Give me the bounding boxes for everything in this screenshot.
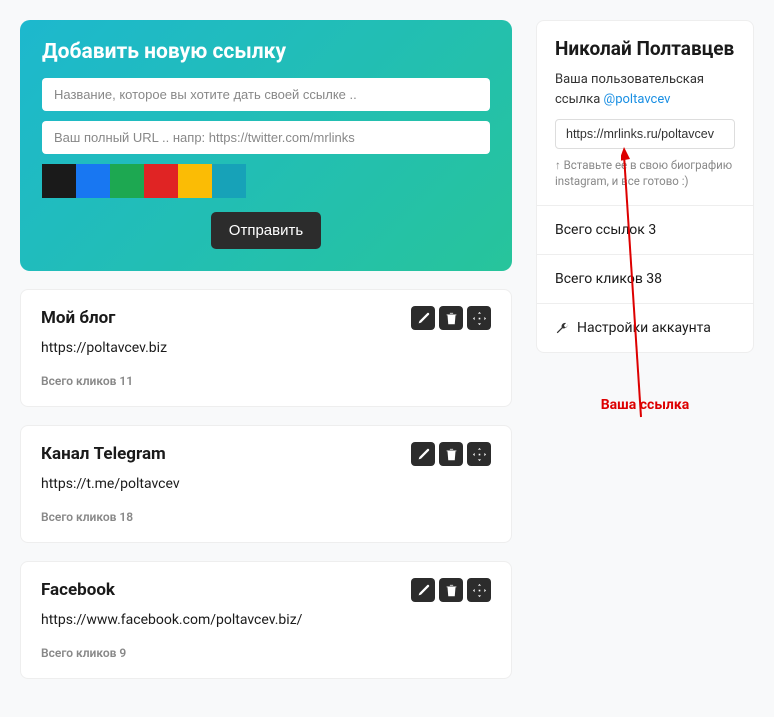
annotation-label: Ваша ссылка (536, 397, 754, 413)
delete-button[interactable] (439, 578, 463, 602)
profile-link-input[interactable] (555, 119, 735, 149)
submit-button[interactable]: Отправить (211, 212, 321, 249)
color-swatch-red[interactable] (144, 164, 178, 198)
delete-button[interactable] (439, 442, 463, 466)
link-card: Мой блог https://poltavcev.biz Всего кли… (20, 289, 512, 407)
pencil-icon (417, 312, 430, 325)
link-clicks: Всего кликов 18 (41, 510, 491, 524)
move-button[interactable] (467, 442, 491, 466)
link-card: Канал Telegram https://t.me/poltavcev Вс… (20, 425, 512, 543)
delete-button[interactable] (439, 306, 463, 330)
link-actions (411, 306, 491, 330)
pencil-icon (417, 584, 430, 597)
link-clicks: Всего кликов 11 (41, 374, 491, 388)
total-links: Всего ссылок 3 (555, 222, 735, 238)
account-settings-link[interactable]: Настройки аккаунта (555, 320, 735, 336)
trash-icon (445, 584, 458, 597)
annotation: Ваша ссылка (536, 397, 754, 413)
link-url-input[interactable] (42, 121, 490, 154)
link-title: Мой блог (41, 308, 115, 328)
link-clicks: Всего кликов 9 (41, 646, 491, 660)
link-url: https://www.facebook.com/poltavcev.biz/ (41, 612, 491, 628)
color-swatch-blue[interactable] (76, 164, 110, 198)
add-link-card: Добавить новую ссылку Отправить (20, 20, 512, 271)
profile-handle[interactable]: @poltavcev (604, 92, 671, 107)
move-icon (473, 584, 486, 597)
add-link-title: Добавить новую ссылку (42, 40, 490, 64)
link-name-input[interactable] (42, 78, 490, 111)
link-actions (411, 442, 491, 466)
wrench-icon (555, 321, 569, 335)
link-title: Facebook (41, 580, 115, 600)
trash-icon (445, 312, 458, 325)
link-url: https://t.me/poltavcev (41, 476, 491, 492)
profile-name: Николай Полтавцев (555, 37, 735, 60)
link-url: https://poltavcev.biz (41, 340, 491, 356)
color-swatch-yellow[interactable] (178, 164, 212, 198)
color-swatch-teal[interactable] (212, 164, 246, 198)
color-swatch-green[interactable] (110, 164, 144, 198)
profile-desc: Ваша пользовательская ссылка @poltavcev (555, 70, 735, 109)
profile-card: Николай Полтавцев Ваша пользовательская … (536, 20, 754, 353)
link-card: Facebook https://www.facebook.com/poltav… (20, 561, 512, 679)
trash-icon (445, 448, 458, 461)
color-picker (42, 164, 490, 198)
move-icon (473, 312, 486, 325)
settings-label: Настройки аккаунта (577, 320, 711, 336)
move-button[interactable] (467, 578, 491, 602)
edit-button[interactable] (411, 578, 435, 602)
pencil-icon (417, 448, 430, 461)
link-actions (411, 578, 491, 602)
total-clicks: Всего кликов 38 (555, 271, 735, 287)
edit-button[interactable] (411, 306, 435, 330)
move-icon (473, 448, 486, 461)
color-swatch-black[interactable] (42, 164, 76, 198)
move-button[interactable] (467, 306, 491, 330)
profile-hint: ↑ Вставьте ее в свою биографию instagram… (555, 157, 735, 189)
link-title: Канал Telegram (41, 444, 166, 464)
edit-button[interactable] (411, 442, 435, 466)
